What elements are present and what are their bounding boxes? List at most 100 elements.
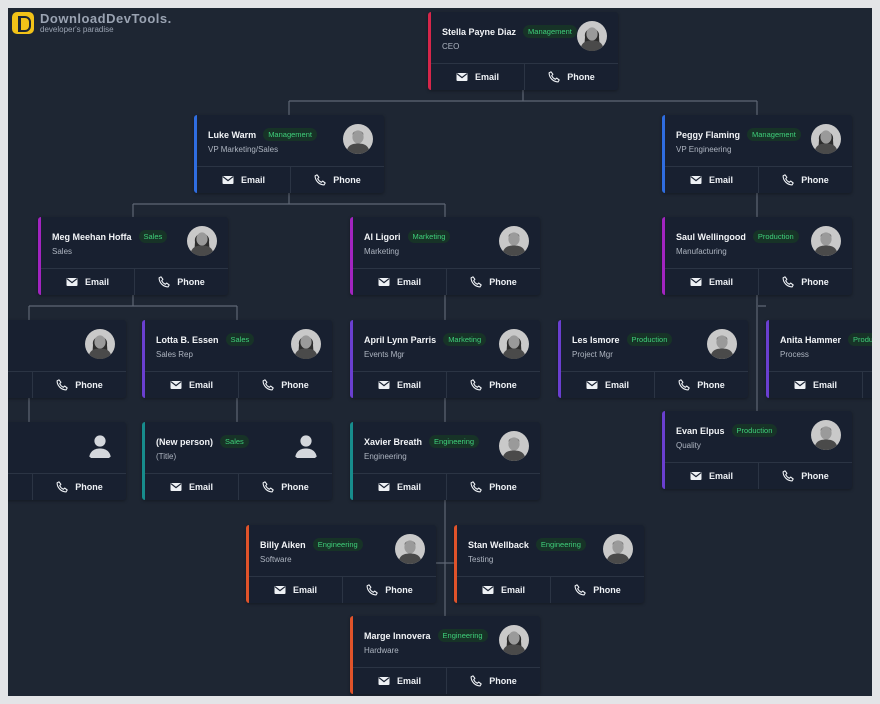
card-info[interactable]: Lotta B. Essen Sales Sales Rep: [145, 320, 332, 372]
email-label: Email: [708, 175, 733, 185]
email-label: Email: [396, 277, 421, 287]
email-button[interactable]: Email: [353, 474, 446, 500]
phone-icon: [548, 71, 560, 83]
org-card-stan[interactable]: Stan Wellback Engineering Testing Email Phon…: [454, 525, 644, 603]
phone-button[interactable]: Phone: [758, 269, 852, 295]
email-button[interactable]: Email: [249, 577, 342, 603]
phone-button[interactable]: Phone: [758, 463, 852, 489]
org-card-anita[interactable]: Anita Hammer Production Process Email Phone: [766, 320, 872, 398]
card-info[interactable]: Peggy Flaming Management VP Engineering: [665, 115, 852, 167]
phone-button[interactable]: Phone: [446, 474, 540, 500]
email-button[interactable]: Email: [41, 269, 134, 295]
card-info[interactable]: Saul Wellingood Production Manufacturing: [665, 217, 852, 269]
phone-button[interactable]: Phone: [238, 474, 332, 500]
mail-icon: [378, 675, 390, 687]
person-title: Process: [780, 350, 809, 359]
email-label: Email: [474, 72, 499, 82]
email-button[interactable]: Email: [665, 463, 758, 489]
phone-button[interactable]: Phone: [446, 269, 540, 295]
email-label: Email: [500, 585, 525, 595]
person-title: Project Mgr: [572, 350, 613, 359]
card-info[interactable]: Evan Elpus Production Quality: [665, 411, 852, 463]
org-chart-canvas[interactable]: DownloadDevTools. developer's paradise S…: [8, 8, 872, 696]
org-card-peggy[interactable]: Peggy Flaming Management VP Engineering Ema…: [662, 115, 852, 193]
phone-label: Phone: [801, 277, 829, 287]
phone-button[interactable]: Phone: [550, 577, 644, 603]
card-info[interactable]: Xavier Breath Engineering Engineering: [353, 422, 540, 474]
person-title: VP Marketing/Sales: [208, 145, 279, 154]
phone-button[interactable]: Phone: [342, 577, 436, 603]
org-card-stella[interactable]: Stella Payne Diaz Management CEO Email Phone: [428, 12, 618, 90]
email-button[interactable]: Email: [353, 668, 446, 694]
card-info[interactable]: April Lynn Parris Marketing Events Mgr: [353, 320, 540, 372]
email-button[interactable]: Email: [197, 167, 290, 193]
avatar: [811, 420, 841, 450]
phone-icon: [470, 276, 482, 288]
person-name: Xavier Breath: [364, 436, 423, 447]
org-card-al[interactable]: Al Ligori Marketing Marketing Email Phone: [350, 217, 540, 295]
mail-icon: [690, 276, 702, 288]
card-info[interactable]: Luke Warm Management VP Marketing/Sales: [197, 115, 384, 167]
card-info[interactable]: Meg Meehan Hoffa Sales Sales: [41, 217, 228, 269]
email-button[interactable]: Email: [665, 269, 758, 295]
org-card-meg[interactable]: Meg Meehan Hoffa Sales Sales Email Phone: [38, 217, 228, 295]
phone-label: Phone: [333, 175, 361, 185]
org-card-sales1[interactable]: SalesEmail Phone: [8, 320, 126, 398]
org-card-lotta[interactable]: Lotta B. Essen Sales Sales Rep Email Phone: [142, 320, 332, 398]
card-info[interactable]: Sales: [8, 422, 126, 474]
org-card-evan[interactable]: Evan Elpus Production Quality Email Phone: [662, 411, 852, 489]
org-card-xavier[interactable]: Xavier Breath Engineering Engineering Email…: [350, 422, 540, 500]
card-info[interactable]: Les Ismore Production Project Mgr: [561, 320, 748, 372]
department-badge: Marketing: [407, 230, 451, 243]
org-card-les[interactable]: Les Ismore Production Project Mgr Email Phon…: [558, 320, 748, 398]
email-button[interactable]: Email: [145, 372, 238, 398]
email-button[interactable]: Email: [145, 474, 238, 500]
card-info[interactable]: Billy Aiken Engineering Software: [249, 525, 436, 577]
department-badge: Management: [747, 128, 801, 141]
phone-button[interactable]: Phone: [238, 372, 332, 398]
card-info[interactable]: Anita Hammer Production Process: [769, 320, 872, 372]
org-card-billy[interactable]: Billy Aiken Engineering Software Email Phone: [246, 525, 436, 603]
person-title: Software: [260, 555, 292, 564]
phone-button[interactable]: Phone: [446, 668, 540, 694]
email-label: Email: [708, 471, 733, 481]
email-button[interactable]: Email: [8, 474, 32, 500]
phone-button[interactable]: Phone: [758, 167, 852, 193]
email-button[interactable]: Email: [353, 269, 446, 295]
email-button[interactable]: Email: [431, 64, 524, 90]
card-info[interactable]: Stan Wellback Engineering Testing: [457, 525, 644, 577]
email-button[interactable]: Email: [665, 167, 758, 193]
card-info[interactable]: Stella Payne Diaz Management CEO: [431, 12, 618, 64]
phone-button[interactable]: Phone: [134, 269, 228, 295]
phone-label: Phone: [567, 72, 595, 82]
email-button[interactable]: Email: [8, 372, 32, 398]
org-card-april[interactable]: April Lynn Parris Marketing Events Mgr Emai…: [350, 320, 540, 398]
phone-button[interactable]: Phone: [290, 167, 384, 193]
org-card-luke[interactable]: Luke Warm Management VP Marketing/Sales Ema…: [194, 115, 384, 193]
phone-button[interactable]: Phone: [524, 64, 618, 90]
phone-button[interactable]: Phone: [32, 474, 126, 500]
phone-button[interactable]: Phone: [446, 372, 540, 398]
email-button[interactable]: Email: [457, 577, 550, 603]
org-card-saul[interactable]: Saul Wellingood Production Manufacturing Em…: [662, 217, 852, 295]
phone-button[interactable]: Phone: [32, 372, 126, 398]
email-button[interactable]: Email: [353, 372, 446, 398]
phone-button[interactable]: Phone: [862, 372, 872, 398]
person-title: Manufacturing: [676, 247, 727, 256]
org-card-marge[interactable]: Marge Innovera Engineering Hardware Email Ph…: [350, 616, 540, 694]
org-card-newperson[interactable]: (New person) Sales (Title) Email Phone: [142, 422, 332, 500]
phone-button[interactable]: Phone: [654, 372, 748, 398]
card-info[interactable]: Marge Innovera Engineering Hardware: [353, 616, 540, 668]
org-card-sales2[interactable]: SalesEmail Phone: [8, 422, 126, 500]
avatar: [499, 625, 529, 655]
phone-icon: [366, 584, 378, 596]
email-button[interactable]: Email: [561, 372, 654, 398]
mail-icon: [222, 174, 234, 186]
card-info[interactable]: Al Ligori Marketing Marketing: [353, 217, 540, 269]
mail-icon: [378, 481, 390, 493]
email-button[interactable]: Email: [769, 372, 862, 398]
phone-label: Phone: [75, 482, 103, 492]
phone-icon: [470, 379, 482, 391]
card-info[interactable]: Sales: [8, 320, 126, 372]
card-info[interactable]: (New person) Sales (Title): [145, 422, 332, 474]
